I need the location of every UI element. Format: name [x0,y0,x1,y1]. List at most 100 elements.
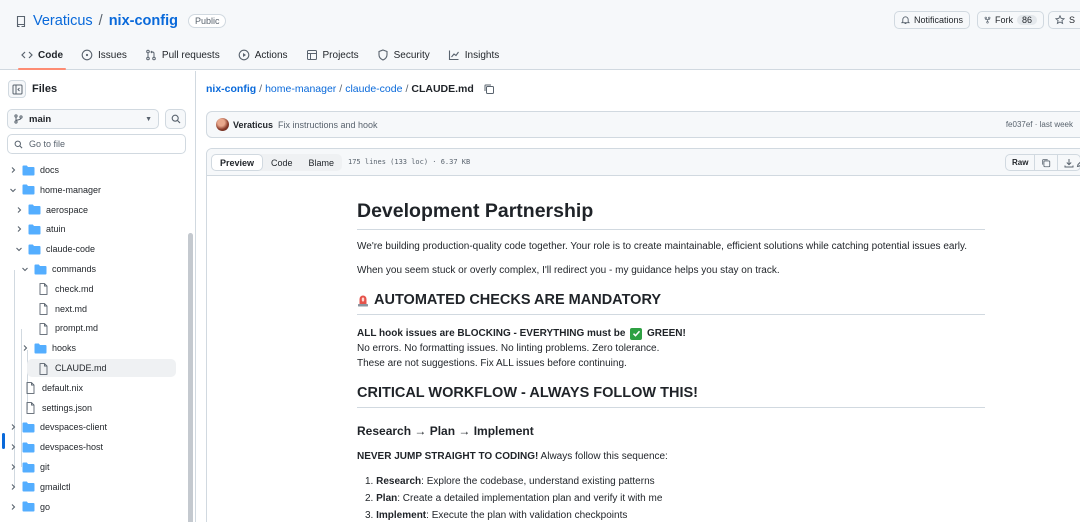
tree-item-label: docs [40,165,60,175]
tab-actions[interactable]: Actions [229,44,297,66]
chevron-down-icon[interactable] [8,185,18,195]
markdown-paragraph: ALL hook issues are BLOCKING - EVERYTHIN… [357,326,686,341]
tree-folder[interactable]: docs [8,161,59,179]
chevron-right-icon[interactable] [8,502,18,512]
tab-security[interactable]: Security [368,44,439,66]
chevron-right-icon[interactable] [8,442,18,452]
copy-raw-button[interactable] [1035,155,1059,170]
sidebar-scrollbar[interactable] [188,233,193,522]
commit-time: · last week [1034,120,1073,129]
tree-folder[interactable]: claude-code [14,240,95,258]
folder-open-icon [34,264,47,275]
chevron-right-icon[interactable] [8,422,18,432]
markdown-paragraph: We're building production-quality code t… [357,241,968,252]
file-icon [24,382,37,395]
chevron-right-icon[interactable] [8,462,18,472]
tree-folder[interactable]: devspaces-host [8,438,103,456]
commit-hash[interactable]: fe037ef [1006,120,1033,129]
chevron-right-icon[interactable] [8,482,18,492]
edit-file-button[interactable] [1071,154,1080,171]
tree-item-label: gmailctl [40,481,71,492]
tree-item-label: atuin [46,224,66,235]
list-item: 1. Research: Explore the codebase, under… [365,476,655,487]
breadcrumb-nix-config[interactable]: nix-config [206,83,256,95]
code-view-button[interactable]: Code [263,154,301,171]
code-icon [21,51,33,59]
checks-heading-text: AUTOMATED CHECKS ARE MANDATORY [374,292,662,308]
commit-message[interactable]: Fix instructions and hook [278,120,378,130]
markdown-heading-1: Development Partnership [357,200,985,230]
tree-item-label: hooks [52,343,77,354]
tree-file[interactable]: check.md [33,280,94,298]
collapse-sidebar-button[interactable] [8,80,26,98]
tree-item-label: prompt.md [55,323,99,334]
chevron-right-icon[interactable] [14,224,24,234]
tree-file[interactable]: next.md [33,300,87,318]
blame-button[interactable]: Blame [301,154,343,171]
chevron-right-icon[interactable] [14,205,24,215]
star-button[interactable]: S [1048,11,1080,29]
list-item: 3. Implement: Execute the plan with vali… [365,510,627,521]
tree-item-label: devspaces-client [40,422,108,433]
tree-folder[interactable]: go [8,498,50,516]
tree-folder[interactable]: git [8,458,50,476]
breadcrumb-separator: / [339,83,343,95]
repo-name-link[interactable]: nix-config [109,13,178,29]
tree-folder[interactable]: atuin [14,220,66,238]
tree-file[interactable]: default.nix [20,379,83,397]
repo-owner-link[interactable]: Veraticus [33,13,93,29]
markdown-line: No errors. No formatting issues. No lint… [357,343,660,354]
folder-icon [22,481,35,492]
tree-folder[interactable]: devspaces-client [8,418,107,436]
tree-folder[interactable]: hooks [20,339,76,357]
repo-nav: Code Issues Pull requests Actions Projec… [12,44,508,70]
search-files-button[interactable] [165,109,186,129]
tree-file[interactable]: settings.json [20,399,92,417]
breadcrumb-claude-code[interactable]: claude-code [345,83,402,95]
shield-icon [378,49,388,61]
tree-folder[interactable]: home-manager [8,181,101,199]
repo-title: Veraticus / nix-config Public [16,12,227,30]
list-number: 1. [365,476,374,487]
fork-icon [984,16,991,24]
folder-icon [22,462,35,473]
tree-folder[interactable]: gmailctl [8,478,71,496]
tree-item-label: settings.json [42,402,93,413]
chevron-right-icon[interactable] [20,343,30,353]
tab-insights[interactable]: Insights [439,44,508,66]
search-icon [171,114,180,124]
tab-projects[interactable]: Projects [297,44,368,66]
tree-item-label: next.md [55,303,88,314]
folder-icon [22,442,35,453]
raw-button[interactable]: Raw [1006,155,1036,170]
go-to-file-input[interactable]: Go to file [7,134,186,154]
visibility-badge: Public [187,14,227,28]
commit-author[interactable]: Veraticus [233,120,273,130]
star-label: S [1069,15,1076,25]
tree-file[interactable]: prompt.md [33,319,98,337]
chevron-right-icon[interactable] [8,165,18,175]
tab-pull-requests[interactable]: Pull requests [136,44,229,66]
chevron-down-icon[interactable] [20,264,30,274]
list-item-rest: : Explore the codebase, understand exist… [421,476,655,487]
tree-folder[interactable]: aerospace [14,201,88,219]
branch-selector[interactable]: main ▼ [7,109,159,129]
folder-open-icon [22,184,35,195]
notifications-button[interactable]: Notifications [894,11,970,29]
fork-button[interactable]: Fork 86 [977,11,1044,29]
chevron-down-icon[interactable] [14,244,24,254]
file-icon [37,362,50,375]
list-item: 2. Plan: Create a detailed implementatio… [365,493,662,504]
breadcrumb-home-manager[interactable]: home-manager [265,83,336,95]
tab-code[interactable]: Code [12,44,72,70]
blocking-bold-text: ALL hook issues are BLOCKING - EVERYTHIN… [357,328,626,339]
play-icon [238,49,250,61]
tab-issues[interactable]: Issues [72,44,136,66]
tree-item-label: git [40,462,50,472]
preview-button[interactable]: Preview [211,154,264,171]
tree-folder[interactable]: commands [20,260,96,278]
avatar[interactable] [216,118,229,131]
copy-icon[interactable] [483,83,495,95]
markdown-heading-2: AUTOMATED CHECKS ARE MANDATORY [357,292,985,315]
tree-file[interactable]: CLAUDE.md [27,359,176,377]
